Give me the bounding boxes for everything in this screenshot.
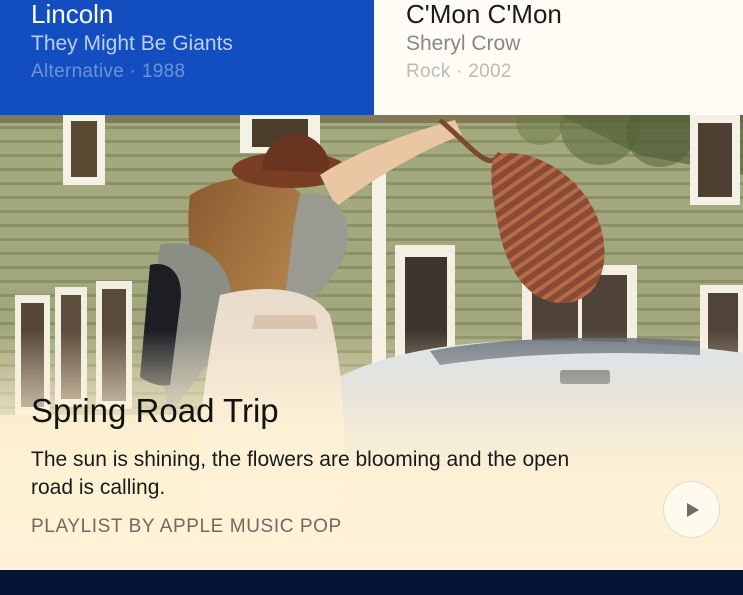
- album-genre-year: Alternative · 1988: [31, 61, 186, 82]
- album-row: Lincoln They Might Be Giants Alternative…: [0, 0, 743, 115]
- album-genre-year: Rock · 2002: [406, 61, 512, 82]
- playlist-title: Spring Road Trip: [31, 392, 279, 429]
- album-title: C'Mon C'Mon: [406, 0, 562, 29]
- album-title: Lincoln: [31, 0, 114, 29]
- album-artist: Sheryl Crow: [406, 32, 521, 55]
- album-card-lincoln[interactable]: Lincoln They Might Be Giants Alternative…: [0, 0, 374, 115]
- playlist-curator: PLAYLIST BY APPLE MUSIC POP: [31, 516, 342, 537]
- album-card-cmon-cmon[interactable]: C'Mon C'Mon Sheryl Crow Rock · 2002: [374, 0, 743, 115]
- next-card[interactable]: [0, 570, 743, 595]
- play-button[interactable]: [663, 481, 720, 538]
- album-artist: They Might Be Giants: [31, 32, 233, 55]
- play-icon: [686, 502, 699, 517]
- playlist-card[interactable]: Spring Road Trip The sun is shining, the…: [0, 115, 743, 570]
- playlist-description: The sun is shining, the flowers are bloo…: [31, 448, 570, 499]
